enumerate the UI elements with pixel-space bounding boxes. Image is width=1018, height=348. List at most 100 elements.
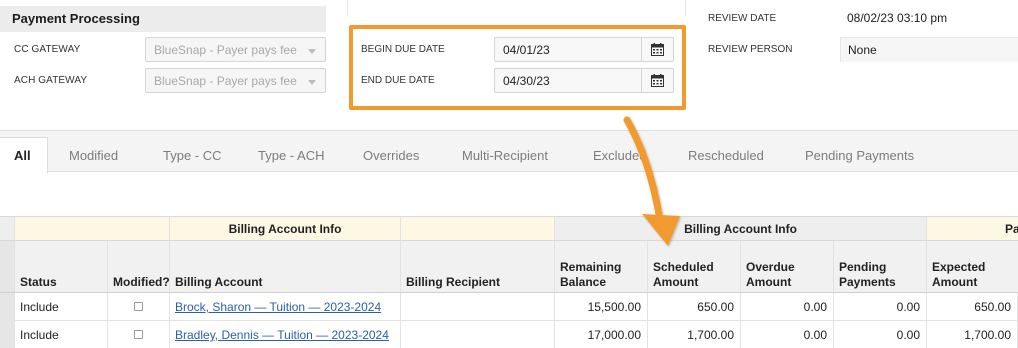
- col-overdue-amount-label-2: Amount: [746, 275, 792, 289]
- cell-remaining-balance: 15,500.00: [555, 293, 648, 321]
- cell-status-text: Include: [20, 300, 59, 314]
- col-scheduled-amount-label-1: Scheduled: [653, 260, 714, 274]
- cell-overdue-amount-text: 0.00: [803, 300, 827, 314]
- cell-remaining-balance-text: 17,000.00: [587, 328, 641, 342]
- col-status[interactable]: Status: [15, 241, 108, 293]
- begin-due-date-label: BEGIN DUE DATE: [361, 44, 445, 55]
- cell-expected-amount: 1,700.00: [927, 321, 1018, 348]
- col-remaining-balance-label-2: Balance: [560, 275, 607, 289]
- cell-pending-payments: 0.00: [834, 293, 927, 321]
- grid-stub-header: [0, 216, 15, 241]
- tab-type-ach[interactable]: Type - ACH: [258, 148, 324, 163]
- cell-status: Include: [15, 293, 108, 321]
- col-modified-label: Modified?: [113, 275, 170, 289]
- cell-overdue-amount-text: 0.00: [803, 328, 827, 342]
- tab-modified[interactable]: Modified: [69, 148, 118, 163]
- col-pending-payments-label-1: Pending: [839, 260, 887, 274]
- review-date-value: 08/02/23 03:10 pm: [847, 11, 948, 25]
- billing-account-link[interactable]: Bradley, Dennis — Tuition — 2023-2024: [175, 321, 389, 348]
- col-overdue-amount-label-1: Overdue: [746, 260, 795, 274]
- cell-modified: [108, 321, 170, 348]
- modified-checkbox[interactable]: [134, 302, 143, 311]
- chevron-down-icon: [308, 80, 316, 85]
- grid-group-empty: [401, 216, 555, 241]
- end-due-date-label: END DUE DATE: [361, 75, 435, 86]
- col-scheduled-amount-label-2: Amount: [653, 275, 699, 289]
- grid-group-billing-info-label: Billing Account Info: [228, 222, 342, 236]
- tab-rescheduled[interactable]: Rescheduled: [688, 148, 764, 163]
- grid-group-empty: [15, 216, 170, 241]
- tab-pending-payments[interactable]: Pending Payments: [805, 148, 914, 163]
- col-billing-account[interactable]: Billing Account: [170, 241, 401, 293]
- cell-scheduled-amount: 650.00: [648, 293, 741, 321]
- tab-excluded[interactable]: Excluded: [593, 148, 646, 163]
- cell-billing-account: Bradley, Dennis — Tuition — 2023-2024: [170, 321, 401, 348]
- ach-gateway-value: BlueSnap - Payer pays fee: [154, 74, 297, 88]
- cell-scheduled-amount: 1,700.00: [648, 321, 741, 348]
- grid-group-billing-info: Billing Account Info: [170, 216, 401, 241]
- calendar-icon[interactable]: [641, 38, 673, 61]
- billing-account-link[interactable]: Brock, Sharon — Tuition — 2023-2024: [175, 293, 381, 321]
- table-row[interactable]: Include Bradley, Dennis — Tuition — 2023…: [0, 321, 1018, 348]
- col-status-label: Status: [20, 275, 57, 289]
- review-person-label: REVIEW PERSON: [708, 44, 793, 55]
- review-date-field: 08/02/23 03:10 pm: [840, 6, 1018, 31]
- ach-gateway-label: ACH GATEWAY: [14, 75, 88, 86]
- ach-gateway-select[interactable]: BlueSnap - Payer pays fee: [145, 68, 326, 93]
- due-date-panel: BEGIN DUE DATE 04/01/23 END DUE DATE 04/…: [347, 0, 686, 110]
- cc-gateway-select[interactable]: BlueSnap - Payer pays fee: [145, 37, 326, 62]
- modified-checkbox[interactable]: [134, 330, 143, 339]
- tab-all-label: All: [14, 148, 31, 163]
- cell-overdue-amount: 0.00: [741, 321, 834, 348]
- row-stub: [0, 293, 15, 321]
- cell-billing-account: Brock, Sharon — Tuition — 2023-2024: [170, 293, 401, 321]
- payment-processing-title: Payment Processing: [12, 11, 140, 26]
- cell-overdue-amount: 0.00: [741, 293, 834, 321]
- calendar-icon[interactable]: [641, 69, 673, 92]
- col-remaining-balance[interactable]: Remaining Balance: [555, 241, 648, 293]
- cell-pending-payments: 0.00: [834, 321, 927, 348]
- tab-multi-recipient[interactable]: Multi-Recipient: [462, 148, 548, 163]
- review-date-label: REVIEW DATE: [708, 13, 777, 24]
- tab-bar: Modified Type - CC Type - ACH Overrides …: [0, 130, 1018, 172]
- cell-expected-amount-text: 1,700.00: [964, 328, 1011, 342]
- cc-gateway-value: BlueSnap - Payer pays fee: [154, 43, 297, 57]
- cell-billing-recipient: [401, 321, 555, 348]
- begin-due-date-input[interactable]: 04/01/23: [494, 37, 674, 62]
- col-scheduled-amount[interactable]: Scheduled Amount: [648, 241, 741, 293]
- end-due-date-input[interactable]: 04/30/23: [494, 68, 674, 93]
- cc-gateway-label: CC GATEWAY: [14, 44, 81, 55]
- review-person-value: None: [848, 43, 877, 57]
- cell-modified: [108, 293, 170, 321]
- cell-expected-amount: 650.00: [927, 293, 1018, 321]
- col-billing-recipient[interactable]: Billing Recipient: [401, 241, 555, 293]
- payment-processing-header: Payment Processing: [0, 6, 326, 32]
- review-person-field[interactable]: None: [840, 37, 1018, 62]
- col-expected-amount-label-2: Amount: [932, 275, 978, 289]
- cell-scheduled-amount-text: 1,700.00: [687, 328, 734, 342]
- grid-group-partial-label: Pa: [1005, 222, 1018, 236]
- col-overdue-amount[interactable]: Overdue Amount: [741, 241, 834, 293]
- col-modified[interactable]: Modified?: [108, 241, 170, 293]
- cell-status: Include: [15, 321, 108, 348]
- table-row[interactable]: Include Brock, Sharon — Tuition — 2023-2…: [0, 293, 1018, 321]
- cell-scheduled-amount-text: 650.00: [697, 300, 734, 314]
- cell-expected-amount-text: 650.00: [974, 300, 1011, 314]
- col-billing-recipient-label: Billing Recipient: [406, 275, 501, 289]
- col-remaining-balance-label-1: Remaining: [560, 260, 622, 274]
- cell-pending-payments-text: 0.00: [896, 300, 920, 314]
- end-due-date-value: 04/30/23: [503, 74, 550, 88]
- tab-all[interactable]: All: [0, 137, 48, 173]
- tab-overrides[interactable]: Overrides: [363, 148, 419, 163]
- row-stub: [0, 321, 15, 348]
- col-expected-amount-label-1: Expected: [932, 260, 986, 274]
- col-expected-amount[interactable]: Expected Amount: [927, 241, 1018, 293]
- grid-group-billing-info-label: Billing Account Info: [684, 222, 797, 236]
- cell-status-text: Include: [20, 328, 59, 342]
- tab-type-cc[interactable]: Type - CC: [163, 148, 222, 163]
- grid-group-partial: Pa: [927, 216, 1018, 241]
- cell-pending-payments-text: 0.00: [896, 328, 920, 342]
- begin-due-date-value: 04/01/23: [503, 43, 550, 57]
- col-pending-payments[interactable]: Pending Payments: [834, 241, 927, 293]
- grid-stub-col: [0, 241, 15, 293]
